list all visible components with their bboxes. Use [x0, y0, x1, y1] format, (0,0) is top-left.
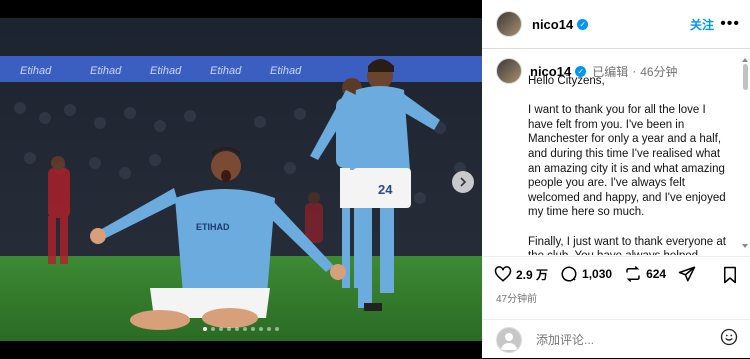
caption-author-avatar[interactable] — [496, 58, 522, 84]
post-header: nico14 ✓ 关注 ••• — [482, 0, 750, 49]
carousel-dot[interactable] — [259, 327, 263, 331]
repost-count: 624 — [646, 267, 667, 281]
carousel-dot[interactable] — [219, 327, 223, 331]
carousel-dot[interactable] — [211, 327, 215, 331]
follow-button[interactable]: 关注 — [690, 16, 714, 33]
save-button[interactable] — [722, 266, 738, 289]
svg-text:Etihad: Etihad — [90, 65, 122, 77]
share-button[interactable] — [678, 265, 700, 283]
default-user-icon — [501, 332, 517, 350]
carousel-next-button[interactable] — [452, 171, 474, 193]
like-count: 2.9 万 — [516, 267, 549, 282]
shirt-sponsor: ETIHAD — [196, 222, 230, 232]
carousel-dot[interactable] — [251, 327, 255, 331]
heart-icon — [494, 266, 512, 282]
svg-text:Etihad: Etihad — [210, 65, 242, 77]
comment-bubble-icon — [561, 266, 577, 282]
like-button[interactable]: 2.9 万 — [494, 265, 548, 283]
send-icon — [678, 266, 696, 282]
svg-text:Etihad: Etihad — [150, 65, 182, 77]
comment-button[interactable]: 1,030 — [560, 265, 612, 283]
chevron-right-icon — [460, 177, 467, 187]
scroll-thumb[interactable] — [743, 64, 748, 90]
viewer-avatar — [496, 326, 522, 353]
repost-button[interactable]: 624 — [624, 265, 666, 283]
svg-text:Etihad: Etihad — [270, 65, 302, 77]
shirt-number: 24 — [378, 182, 393, 197]
more-options-icon[interactable]: ••• — [720, 15, 740, 33]
carousel-dot[interactable] — [275, 327, 279, 331]
author-avatar[interactable] — [496, 11, 522, 37]
comment-input[interactable] — [534, 331, 720, 348]
caption-text: Hello Cityzens, I want to thank you for … — [528, 75, 726, 255]
scroll-up-arrow-icon[interactable] — [742, 58, 748, 62]
repost-icon — [626, 265, 640, 283]
verified-badge-icon: ✓ — [577, 18, 589, 30]
svg-text:Etihad: Etihad — [20, 65, 52, 77]
carousel-dot[interactable] — [267, 327, 271, 331]
action-bar: 2.9 万 1,030 624 — [482, 256, 750, 291]
carousel-dot[interactable] — [203, 327, 207, 331]
caption-area: nico14 ✓ 已编辑 · 46分钟 Hello Cityzens, I wa… — [482, 50, 750, 255]
post-time-ago: 47分钟前 — [496, 294, 538, 305]
carousel-dot[interactable] — [235, 327, 239, 331]
post-side-panel: nico14 ✓ 关注 ••• nico14 ✓ 已编辑 · 46分钟 Hell… — [482, 0, 750, 358]
carousel-dot[interactable] — [243, 327, 247, 331]
emoji-icon[interactable] — [720, 328, 738, 351]
bookmark-icon — [724, 266, 736, 284]
carousel-dots — [0, 327, 482, 331]
caption-scrollbar[interactable] — [742, 58, 748, 248]
post-media: Etihad Etihad Etihad Etihad Etihad 24 ET… — [0, 0, 482, 358]
comment-count: 1,030 — [582, 267, 613, 281]
comment-bar — [482, 319, 750, 359]
carousel-dot[interactable] — [227, 327, 231, 331]
author-username[interactable]: nico14 — [532, 17, 573, 32]
post-photo: Etihad Etihad Etihad Etihad Etihad 24 ET… — [0, 18, 482, 341]
scroll-down-arrow-icon[interactable] — [742, 244, 748, 248]
